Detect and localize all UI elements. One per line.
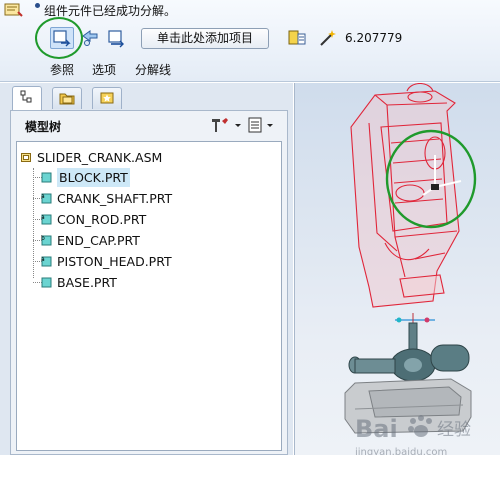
tree-item-label: CRANK_SHAFT.PRT [57, 191, 173, 206]
magic-wand-icon[interactable] [317, 28, 337, 48]
tree-item-label: CON_ROD.PRT [57, 212, 147, 227]
assembly-icon [21, 153, 31, 162]
svg-text:a: a [41, 256, 45, 263]
tree-root-label: SLIDER_CRANK.ASM [37, 150, 163, 165]
model-tree-panel: 模型树 SLIDER_CRANK.ASM BLOCK.PRT a CRANK_S… [10, 110, 288, 455]
exploded-assembly-model [344, 83, 477, 434]
yellow-grid-icon[interactable] [287, 29, 307, 47]
status-icon [4, 3, 23, 17]
tree-item-label: PISTON_HEAD.PRT [57, 254, 172, 269]
status-message-bar: 组件元件已经成功分解。 [0, 0, 500, 20]
favorites-icon [100, 92, 114, 104]
tree-view-icon [20, 90, 32, 103]
part-icon: b [41, 235, 52, 246]
svg-text:b: b [41, 235, 45, 242]
navigator-panel: 模型树 SLIDER_CRANK.ASM BLOCK.PRT a CRANK_S… [0, 83, 293, 455]
block-part [350, 83, 460, 308]
svg-text:a: a [41, 193, 45, 200]
tree-tool-icon[interactable] [212, 118, 241, 132]
part-icon [41, 277, 52, 288]
watermark-suffix: 经验 [437, 420, 471, 440]
add-item-button[interactable]: 单击此处添加项目 [141, 28, 269, 49]
model-tree-title: 模型树 [25, 120, 62, 134]
tree-toolbar [212, 117, 273, 133]
baidu-watermark: Bai 经验 jingyan.baidu.com [355, 415, 471, 458]
crank-assembly [348, 322, 470, 382]
graphics-viewport[interactable] [294, 83, 500, 455]
tree-item-label: END_CAP.PRT [57, 233, 140, 248]
tree-item-label: BLOCK.PRT [57, 168, 130, 187]
svg-text:a: a [41, 214, 45, 221]
tab-folder-browser[interactable] [52, 87, 82, 109]
tab-explode-lines[interactable]: 分解线 [135, 61, 171, 78]
direction-icon [108, 30, 124, 48]
tab-favorites[interactable] [92, 87, 122, 109]
tab-options[interactable]: 选项 [92, 61, 116, 78]
tab-reference[interactable]: 参照 [50, 61, 74, 78]
paw-icon [408, 415, 432, 437]
tab-model-tree[interactable] [12, 86, 42, 110]
ribbon-toolbar: 组件元件已经成功分解。 单击此处添加项目 6.207779 参照 选项 分解线 [0, 0, 500, 82]
bottom-area [0, 455, 500, 494]
part-icon: a [41, 193, 52, 204]
status-bullet [35, 3, 40, 8]
direction-button[interactable] [104, 27, 128, 49]
tree-item-label: BASE.PRT [57, 275, 117, 290]
tree-columns-icon[interactable] [248, 117, 273, 133]
model-tree: SLIDER_CRANK.ASM BLOCK.PRT a CRANK_SHAFT… [16, 141, 282, 451]
highlight-circle [35, 17, 83, 59]
folder-icon [59, 93, 75, 105]
watermark-brand: Bai [355, 415, 398, 443]
measurement-value: 6.207779 [345, 31, 403, 45]
part-icon: a [41, 256, 52, 267]
part-icon: a [41, 214, 52, 225]
part-icon [41, 172, 52, 183]
